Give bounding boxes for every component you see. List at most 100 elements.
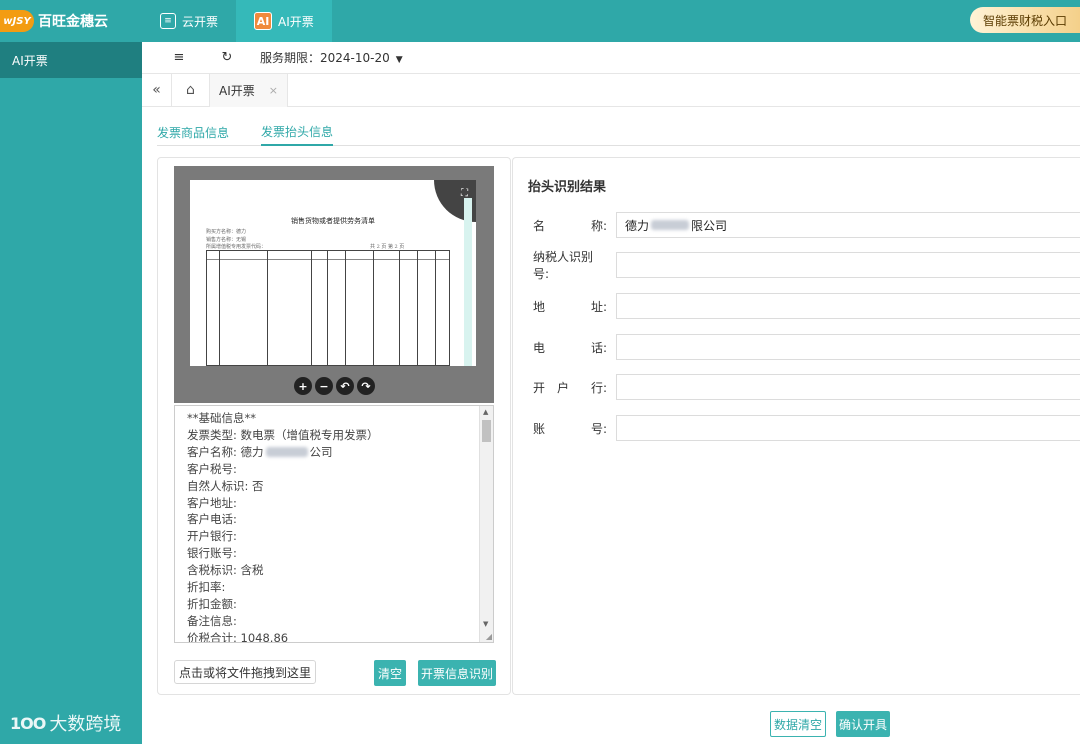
ocr-line: 开户银行: (187, 529, 237, 544)
doc-rule (435, 251, 436, 365)
page-tab-ai-invoice[interactable]: AI开票 × (210, 73, 288, 107)
doc-rule (327, 251, 328, 365)
menu-collapse-icon[interactable]: ≡ (168, 50, 190, 65)
tax-id-input[interactable] (616, 252, 1080, 278)
doc-rule (207, 259, 449, 260)
ocr-line: 客户地址: (187, 495, 237, 510)
tab-invoice-header-info[interactable]: 发票抬头信息 (261, 118, 334, 146)
ocr-line: 客户名称: 德力 公司 (187, 444, 379, 461)
label-part: 名 (533, 218, 546, 233)
doc-rule (417, 251, 418, 365)
doc-table (206, 250, 450, 366)
ocr-line: 银行账号: (187, 546, 237, 561)
field-address: 地 址: (533, 293, 1080, 319)
redacted-blur (265, 447, 308, 458)
label-part: 电 (533, 340, 546, 355)
logo-mark: wJSY (0, 10, 34, 32)
brand-logo[interactable]: wJSY 百旺金穗云 (0, 0, 142, 42)
sub-tabs: 发票商品信息 发票抬头信息 (157, 118, 1080, 146)
zoom-in-icon[interactable]: + (294, 377, 312, 395)
zoom-out-icon[interactable]: − (315, 377, 333, 395)
clear-data-button[interactable]: 数据清空 (770, 711, 826, 737)
smart-tax-entry-button[interactable]: 智能票财税入口 (970, 7, 1080, 33)
ocr-line: 备注信息: (187, 613, 237, 628)
caret-down-icon: ▼ (395, 55, 403, 65)
phone-input[interactable] (616, 334, 1080, 360)
service-period-dropdown[interactable]: 服务期限：2024-10-20 ▼ (260, 49, 403, 66)
clear-button[interactable]: 清空 (374, 660, 406, 686)
top-tab-label: AI开票 (278, 14, 314, 29)
label-part: 账 (533, 421, 546, 436)
result-title: 抬头识别结果 (528, 180, 607, 195)
doc-rule (345, 251, 346, 365)
recognize-button[interactable]: 开票信息识别 (418, 660, 496, 686)
document-preview: 销售货物或者提供劳务清单 购买方名称：德力 销售方名称：无锡 所属增值税专用发票… (174, 166, 494, 403)
label-part: 开 户 (533, 380, 570, 395)
doc-title: 销售货物或者提供劳务清单 (291, 217, 375, 225)
top-tab-label: 云开票 (182, 14, 219, 29)
document-image: 销售货物或者提供劳务清单 购买方名称：德力 销售方名称：无锡 所属增值税专用发票… (190, 180, 476, 366)
refresh-icon[interactable]: ↻ (216, 50, 238, 65)
resize-handle-icon[interactable]: ◢ (486, 632, 492, 641)
field-label: 名 称: (533, 217, 617, 234)
field-account: 账 号: (533, 415, 1080, 441)
preview-controls: + − ↶ ↷ (294, 377, 378, 395)
field-name: 名 称: 德力 限公司 (533, 212, 1080, 238)
account-input[interactable] (616, 415, 1080, 441)
doc-rule (373, 251, 374, 365)
label-part: 行: (590, 380, 607, 395)
doc-rule (219, 251, 220, 365)
input-value-suffix: 限公司 (691, 218, 728, 233)
doc-rule (311, 251, 312, 365)
ocr-line: **基础信息** (187, 411, 256, 425)
ocr-line: 客户电话: (187, 512, 237, 527)
rotate-left-icon[interactable]: ↶ (336, 377, 354, 395)
home-icon[interactable]: ⌂ (172, 73, 210, 107)
label-part: 址: (590, 299, 607, 314)
label-part: 纳税人识别号: (533, 250, 594, 281)
top-tab-cloud-invoice[interactable]: ≡ 云开票 (142, 0, 236, 42)
doc-rule (267, 251, 268, 365)
bank-input[interactable] (616, 374, 1080, 400)
ocr-line: 发票类型: 数电票（增值税专用发票） (187, 427, 379, 442)
doc-line: 购买方名称：德力 (206, 229, 247, 235)
field-label: 纳税人识别号: (533, 248, 617, 282)
ocr-line: 含税标识: 含税 (187, 563, 264, 578)
sidebar: AI开票 1OO 大数跨境 (0, 42, 142, 744)
double-chevron-left-icon[interactable]: « (142, 73, 172, 107)
watermark-text: 大数跨境 (49, 714, 122, 735)
confirm-issue-button[interactable]: 确认开具 (836, 711, 890, 737)
brand-name: 百旺金穗云 (38, 14, 108, 30)
invoice-icon: ≡ (160, 13, 176, 29)
textarea-scrollbar[interactable]: ▲ ▼ (479, 406, 493, 642)
ocr-line: 客户税号: (187, 461, 237, 476)
scrollbar-thumb[interactable] (482, 420, 491, 442)
ocr-result-textarea[interactable]: **基础信息** 发票类型: 数电票（增值税专用发票） 客户名称: 德力 公司 客… (174, 405, 494, 643)
field-label: 开 户 行: (533, 379, 617, 396)
toolbar: ≡ ↻ 服务期限：2024-10-20 ▼ (142, 42, 1080, 74)
tab-invoice-goods-info[interactable]: 发票商品信息 (157, 118, 229, 146)
doc-line: 共 2 页 第 2 页 (370, 244, 405, 250)
rotate-right-icon[interactable]: ↷ (357, 377, 375, 395)
watermark: 1OO 大数跨境 (10, 710, 121, 736)
label-part: 称: (590, 218, 607, 233)
page-tab-label: AI开票 (219, 83, 255, 98)
ocr-line: 自然人标识: 否 (187, 478, 264, 493)
name-input[interactable]: 德力 限公司 (616, 212, 1080, 238)
ocr-line: 折扣金额: (187, 596, 237, 611)
field-label: 地 址: (533, 298, 617, 315)
ocr-line: 折扣率: (187, 580, 226, 595)
ocr-line: 价税合计: 1048.86 (187, 630, 289, 643)
top-bar: wJSY 百旺金穗云 ≡ 云开票 AI AI开票 智能票财税入口 (0, 0, 1080, 42)
scroll-up-icon[interactable]: ▲ (483, 408, 488, 416)
close-icon[interactable]: × (269, 84, 278, 97)
upload-drop-button[interactable]: 点击或将文件拖拽到这里 (174, 660, 316, 684)
service-period-label: 服务期限：2024-10-20 (260, 51, 390, 65)
doc-line: 所属增值税专用发票代码： (206, 244, 267, 250)
top-tab-ai-invoice[interactable]: AI AI开票 (236, 0, 332, 42)
scroll-down-icon[interactable]: ▼ (483, 620, 488, 628)
ai-icon: AI (254, 12, 273, 30)
address-input[interactable] (616, 293, 1080, 319)
field-label: 账 号: (533, 420, 617, 437)
sidebar-item-ai-invoice[interactable]: AI开票 (0, 42, 142, 78)
